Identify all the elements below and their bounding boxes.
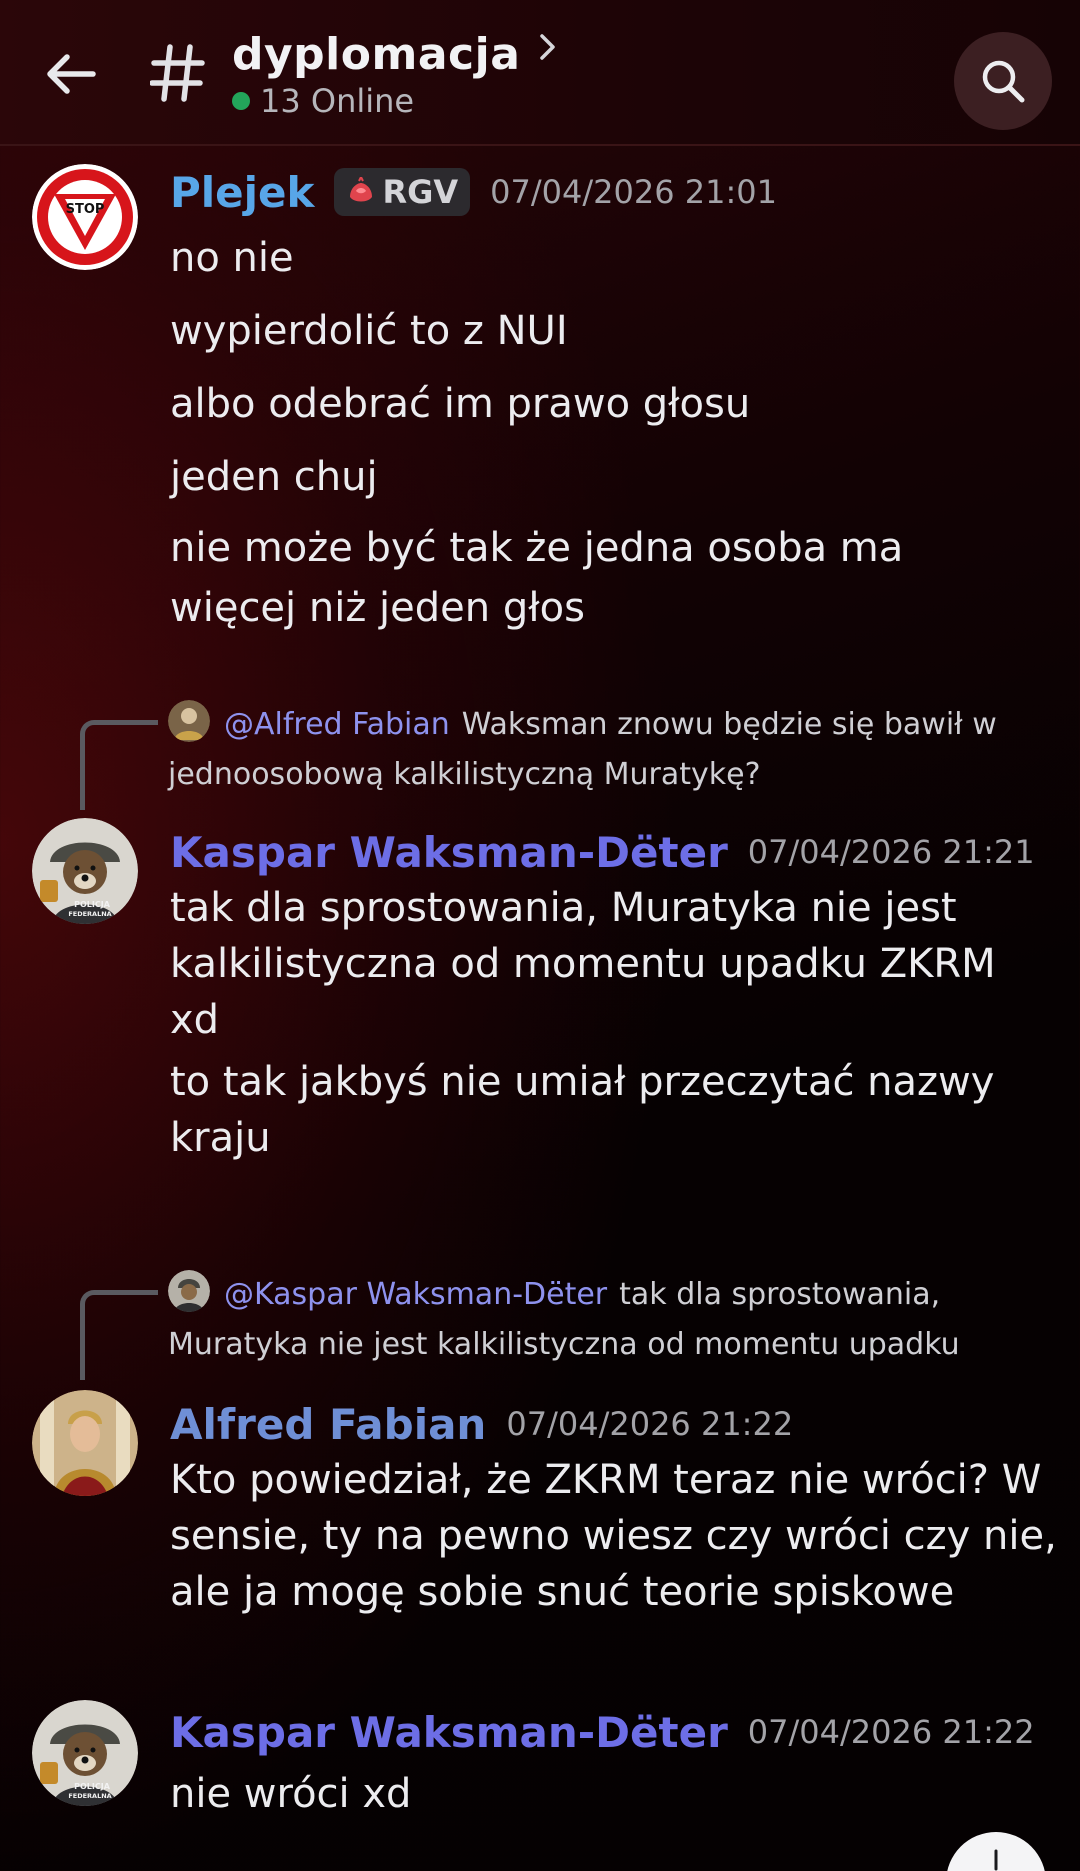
message-content: no nie wypierdolić to z NUI albo odebrać… (170, 226, 1060, 646)
svg-text:STOP: STOP (66, 202, 105, 217)
message-line: wypierdolić to z NUI (170, 308, 568, 354)
channel-title: dyplomacja (232, 28, 521, 80)
message-line: Kto powiedział, że ZKRM teraz nie wróci?… (170, 1457, 1057, 1615)
reply-reference[interactable]: @Alfred Fabian Waksman znowu będzie się b… (0, 700, 1080, 810)
reply-reference[interactable]: @Kaspar Waksman-Dëter tak dla sprostowani… (0, 1270, 1080, 1380)
avatar[interactable] (32, 1390, 138, 1496)
search-icon (982, 60, 1025, 103)
arrow-left-icon (47, 54, 96, 94)
svg-text:FEDERALNA: FEDERALNA (68, 910, 111, 918)
timestamp: 07/04/2026 21:21 (747, 833, 1035, 871)
message-header: Kaspar Waksman-Dëter 07/04/2026 21:22 (170, 1702, 1035, 1762)
message-line: albo odebrać im prawo głosu (170, 381, 751, 427)
message-header: Kaspar Waksman-Dëter 07/04/2026 21:21 (170, 822, 1035, 882)
back-button[interactable] (40, 44, 100, 104)
message[interactable]: STOP Plejek RGV 07/04/2026 21:01 no nie … (0, 160, 1080, 660)
message-line: no nie (170, 235, 294, 281)
author-name[interactable]: Plejek (170, 168, 314, 217)
online-count: 13 Online (260, 82, 415, 120)
reply-preview: @Alfred Fabian Waksman znowu będzie się b… (168, 700, 1048, 800)
message-content: tak dla sprostowania, Muratyka nie jest … (170, 880, 1060, 1174)
author-name[interactable]: Alfred Fabian (170, 1400, 486, 1449)
search-button[interactable] (954, 32, 1070, 130)
message[interactable]: POLICJA FEDERALNA Kaspar Waksman-Dëter 0… (0, 818, 1080, 1218)
svg-text:POLICJA: POLICJA (74, 1782, 111, 1791)
message-line: jeden chuj (170, 454, 378, 500)
message-content: Kto powiedział, że ZKRM teraz nie wróci?… (170, 1452, 1060, 1628)
reply-mention[interactable]: @Alfred Fabian (224, 707, 450, 742)
police-dog-avatar-icon: POLICJA FEDERALNA (32, 1700, 138, 1806)
author-name[interactable]: Kaspar Waksman-Dëter (170, 828, 728, 877)
rose-icon (350, 177, 373, 202)
message-line: to tak jakbyś nie umiał przeczytać nazwy… (170, 1059, 995, 1161)
channel-title-button[interactable]: dyplomacja (232, 22, 558, 86)
hashtag-icon (148, 38, 208, 108)
reply-connector (80, 1290, 158, 1380)
reply-connector (80, 720, 158, 810)
message[interactable]: POLICJA FEDERALNA Kaspar Waksman-Dëter 0… (0, 1700, 1080, 1840)
author-name[interactable]: Kaspar Waksman-Dëter (170, 1708, 728, 1757)
message-line: tak dla sprostowania, Muratyka nie jest … (170, 885, 996, 1043)
message-header: Plejek RGV 07/04/2026 21:01 (170, 162, 777, 222)
avatar[interactable]: STOP (32, 164, 138, 270)
online-dot-icon (232, 92, 250, 110)
message-line: nie wróci xd (170, 1771, 412, 1817)
svg-text:FEDERALNA: FEDERALNA (68, 1792, 111, 1800)
channel-header: dyplomacja 13 Online (0, 0, 1080, 146)
emperor-avatar-icon (32, 1390, 138, 1496)
search-button-bg (954, 32, 1052, 130)
online-status: 13 Online (232, 80, 414, 122)
reply-preview: @Kaspar Waksman-Dëter tak dla sprostowani… (168, 1270, 1048, 1370)
timestamp: 07/04/2026 21:22 (506, 1405, 794, 1443)
avatar[interactable]: POLICJA FEDERALNA (32, 1700, 138, 1806)
timestamp: 07/04/2026 21:22 (747, 1713, 1035, 1751)
plus-icon (994, 1849, 998, 1871)
reply-mention[interactable]: @Kaspar Waksman-Dëter (224, 1277, 607, 1312)
avatar[interactable]: POLICJA FEDERALNA (32, 818, 138, 924)
message-content: nie wróci xd (170, 1762, 1060, 1835)
police-dog-avatar-icon: POLICJA FEDERALNA (32, 818, 138, 924)
role-badge[interactable]: RGV (334, 168, 471, 216)
svg-text:POLICJA: POLICJA (74, 900, 111, 909)
stop-sign-avatar-icon: STOP (32, 164, 138, 270)
message[interactable]: Alfred Fabian 07/04/2026 21:22 Kto powie… (0, 1390, 1080, 1650)
chevron-right-icon (540, 34, 556, 60)
timestamp: 07/04/2026 21:01 (490, 173, 777, 211)
message-header: Alfred Fabian 07/04/2026 21:22 (170, 1394, 793, 1454)
message-line: nie może być tak że jedna osoba ma więce… (170, 525, 904, 631)
role-label: RGV (382, 173, 459, 211)
